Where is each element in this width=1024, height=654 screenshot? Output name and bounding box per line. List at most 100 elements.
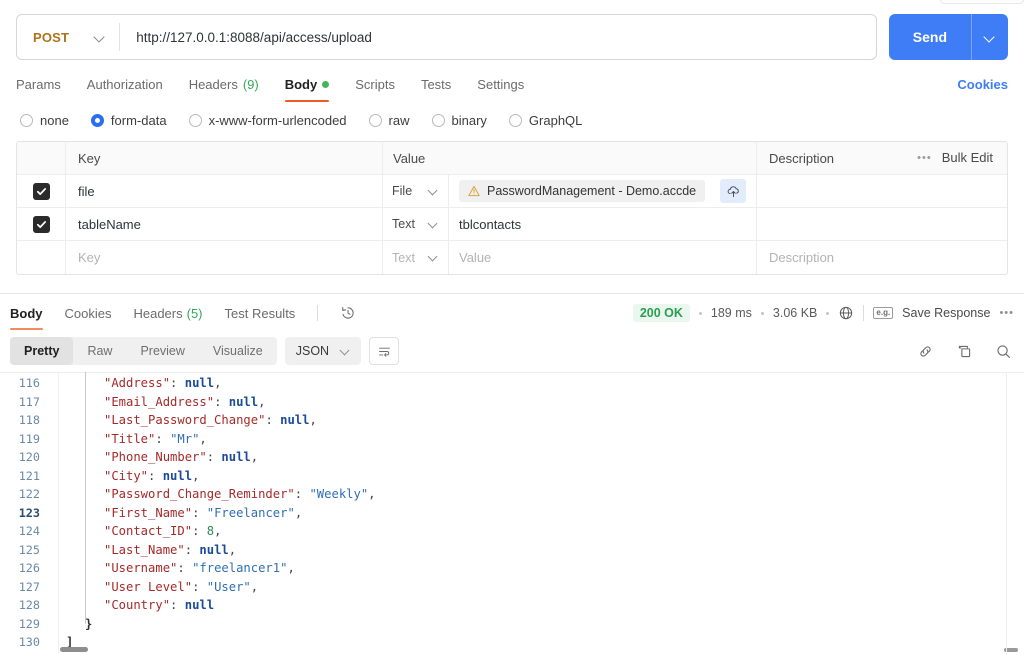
search-icon[interactable] <box>995 343 1012 360</box>
code-token: } <box>85 616 93 631</box>
send-button[interactable]: Send <box>888 14 1008 60</box>
cookies-link[interactable]: Cookies <box>957 70 1008 98</box>
code-token: "Last_Password_Change" <box>104 413 266 428</box>
response-tab-body[interactable]: Body <box>10 300 43 330</box>
tab-label: Body <box>10 305 43 321</box>
line-number: 127 <box>18 579 40 594</box>
tab-body[interactable]: Body <box>284 70 330 102</box>
code-token: null <box>221 450 251 465</box>
header-key: Key <box>66 142 383 174</box>
response-tab-cookies[interactable]: Cookies <box>65 300 112 326</box>
radio-binary[interactable]: binary <box>431 112 487 128</box>
code-token: , <box>250 579 259 594</box>
globe-icon[interactable] <box>838 305 854 321</box>
chevron-down-icon <box>341 347 350 356</box>
row-key-input[interactable]: Key <box>66 241 383 274</box>
wrap-lines-button[interactable] <box>369 337 400 365</box>
separator-dot <box>698 311 702 315</box>
code-token: : <box>265 413 281 428</box>
tab-authorization[interactable]: Authorization <box>87 70 163 98</box>
code-token: , <box>309 413 317 428</box>
radio-x-www-form-urlencoded[interactable]: x-www-form-urlencoded <box>188 112 347 128</box>
code-token: "User" <box>206 579 251 594</box>
row-type-dropdown[interactable]: Text <box>383 241 449 274</box>
row-type-dropdown[interactable]: Text <box>383 208 449 240</box>
send-options-dropdown[interactable] <box>972 32 1008 42</box>
table-row-empty: Key Text Value Description <box>17 241 1007 274</box>
row-key-input[interactable]: file <box>66 175 383 207</box>
http-method-dropdown[interactable]: POST <box>17 15 119 59</box>
history-icon[interactable] <box>340 305 356 321</box>
tab-label: Headers <box>188 76 238 92</box>
copy-icon[interactable] <box>956 343 973 360</box>
line-number: 117 <box>18 394 40 409</box>
row-checkbox-checked[interactable] <box>32 182 50 200</box>
save-response-button[interactable]: Save Response <box>902 306 990 320</box>
code-token: "Password_Change_Reminder" <box>104 487 295 502</box>
row-description-input[interactable] <box>757 208 1007 240</box>
line-number: 119 <box>18 431 40 446</box>
code-token: , <box>258 394 266 409</box>
view-mode-segmented-control: Pretty Raw Preview Visualize <box>10 337 277 365</box>
radio-form-data[interactable]: form-data <box>90 113 167 128</box>
more-options-icon[interactable]: ••• <box>917 152 932 164</box>
view-mode-visualize[interactable]: Visualize <box>199 337 277 365</box>
tab-scripts[interactable]: Scripts <box>355 70 395 98</box>
tab-headers[interactable]: Headers (9) <box>189 70 259 98</box>
postman-window: POST http://127.0.0.1:8088/api/access/up… <box>0 0 1024 654</box>
row-value-input[interactable]: tblcontacts <box>449 208 757 240</box>
view-mode-raw[interactable]: Raw <box>73 337 126 365</box>
wrap-lines-icon <box>378 347 390 357</box>
code-line-text: "User Level": "User", <box>46 580 258 594</box>
view-mode-pretty[interactable]: Pretty <box>10 337 74 365</box>
chevron-down-icon <box>429 253 438 262</box>
divider <box>863 305 865 321</box>
row-key-input[interactable]: tableName <box>66 208 383 240</box>
radio-raw[interactable]: raw <box>368 112 410 128</box>
link-icon[interactable] <box>917 343 934 360</box>
view-mode-preview[interactable]: Preview <box>126 337 198 365</box>
horizontal-scrollbar[interactable] <box>60 647 88 652</box>
bulk-edit-button[interactable]: Bulk Edit <box>942 150 993 165</box>
upload-file-button[interactable] <box>720 179 746 203</box>
radio-none[interactable]: none <box>20 113 69 128</box>
radio-circle-icon <box>508 113 522 127</box>
vertical-divider <box>1006 372 1007 654</box>
tab-params[interactable]: Params <box>16 70 61 98</box>
tab-label: Body <box>284 76 318 92</box>
row-description-input[interactable] <box>757 175 1007 207</box>
code-line-text: "Password_Change_Reminder": "Weekly", <box>46 487 376 501</box>
code-token: "freelancer1" <box>192 561 288 576</box>
file-chip[interactable]: PasswordManagement - Demo.accde <box>459 180 706 202</box>
radio-label: binary <box>451 112 487 128</box>
response-body-code[interactable]: 116 "Address": null, 117 "Email_Address": n… <box>0 372 1024 654</box>
code-line: 120 "Phone_Number": null, <box>0 448 1024 467</box>
url-input[interactable]: http://127.0.0.1:8088/api/access/upload <box>120 30 876 45</box>
response-tab-headers[interactable]: Headers (5) <box>133 300 202 326</box>
more-options-icon[interactable]: ••• <box>999 307 1014 319</box>
radio-circle-icon <box>368 113 382 127</box>
code-line-text: "Last_Password_Change": null, <box>46 413 317 427</box>
line-number: 116 <box>18 376 40 391</box>
radio-label: raw <box>388 112 410 128</box>
tab-settings[interactable]: Settings <box>477 70 524 98</box>
request-tabs: Params Authorization Headers (9) Body Sc… <box>16 70 1008 102</box>
row-description-input[interactable]: Description <box>757 241 1007 274</box>
tab-tests[interactable]: Tests <box>421 70 451 98</box>
row-value-cell[interactable]: PasswordManagement - Demo.accde <box>449 175 757 207</box>
code-token: , <box>192 468 200 483</box>
code-token: : <box>206 450 222 465</box>
code-token: "User Level" <box>104 579 193 594</box>
response-tab-test-results[interactable]: Test Results <box>225 300 296 326</box>
code-token: , <box>368 487 376 502</box>
row-checkbox-cell <box>17 241 66 274</box>
code-line-text: "Last_Name": null, <box>46 543 236 557</box>
row-value-input[interactable]: Value <box>449 241 757 274</box>
row-type-dropdown[interactable]: File <box>383 175 449 207</box>
url-input-box[interactable]: POST http://127.0.0.1:8088/api/access/up… <box>16 14 877 60</box>
row-checkbox-checked[interactable] <box>32 215 50 233</box>
radio-graphql[interactable]: GraphQL <box>508 113 582 128</box>
row-checkbox-cell <box>17 208 66 240</box>
radio-label: x-www-form-urlencoded <box>208 112 347 128</box>
response-format-dropdown[interactable]: JSON <box>284 337 362 365</box>
